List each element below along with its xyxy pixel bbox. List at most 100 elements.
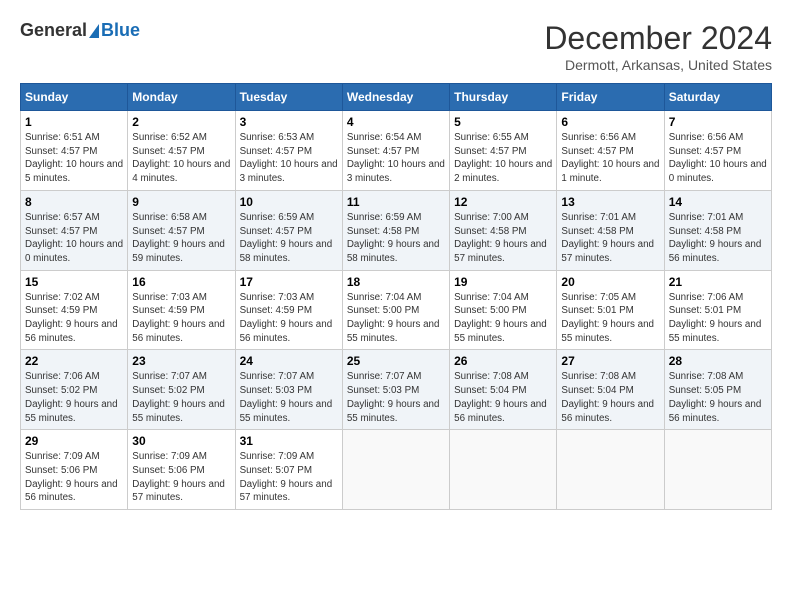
- day-info: Sunrise: 7:07 AMSunset: 5:03 PMDaylight:…: [347, 370, 445, 425]
- weekday-header-thursday: Thursday: [450, 84, 557, 111]
- day-info: Sunrise: 7:01 AMSunset: 4:58 PMDaylight:…: [669, 211, 767, 266]
- calendar-cell: 2 Sunrise: 6:52 AMSunset: 4:57 PMDaylight…: [128, 111, 235, 191]
- day-number: 10: [240, 195, 338, 209]
- day-info: Sunrise: 6:55 AMSunset: 4:57 PMDaylight:…: [454, 131, 552, 186]
- weekday-header-saturday: Saturday: [664, 84, 771, 111]
- logo-general-text: General: [20, 20, 87, 41]
- page-header: General Blue December 2024 Dermott, Arka…: [20, 20, 772, 73]
- day-number: 2: [132, 115, 230, 129]
- day-info: Sunrise: 6:56 AMSunset: 4:57 PMDaylight:…: [669, 131, 767, 186]
- day-info: Sunrise: 7:01 AMSunset: 4:58 PMDaylight:…: [561, 211, 659, 266]
- day-number: 23: [132, 354, 230, 368]
- calendar-cell: 10Sunrise: 6:59 AMSunset: 4:57 PMDayligh…: [235, 190, 342, 270]
- day-info: Sunrise: 7:06 AMSunset: 5:01 PMDaylight:…: [669, 291, 767, 346]
- calendar-cell: 12Sunrise: 7:00 AMSunset: 4:58 PMDayligh…: [450, 190, 557, 270]
- calendar-table: SundayMondayTuesdayWednesdayThursdayFrid…: [20, 83, 772, 510]
- day-number: 7: [669, 115, 767, 129]
- calendar-cell: 20 Sunrise: 7:05 AMSunset: 5:01 PMDayligh…: [557, 270, 664, 350]
- calendar-cell: 30 Sunrise: 7:09 AMSunset: 5:06 PMDayligh…: [128, 430, 235, 510]
- day-number: 14: [669, 195, 767, 209]
- weekday-header-row: SundayMondayTuesdayWednesdayThursdayFrid…: [21, 84, 772, 111]
- day-info: Sunrise: 6:58 AMSunset: 4:57 PMDaylight:…: [132, 211, 230, 266]
- day-number: 3: [240, 115, 338, 129]
- calendar-cell: 16 Sunrise: 7:03 AMSunset: 4:59 PMDayligh…: [128, 270, 235, 350]
- day-info: Sunrise: 7:03 AMSunset: 4:59 PMDaylight:…: [240, 291, 338, 346]
- day-number: 27: [561, 354, 659, 368]
- day-info: Sunrise: 7:06 AMSunset: 5:02 PMDaylight:…: [25, 370, 123, 425]
- day-info: Sunrise: 6:53 AMSunset: 4:57 PMDaylight:…: [240, 131, 338, 186]
- day-number: 17: [240, 275, 338, 289]
- calendar-cell: 27 Sunrise: 7:08 AMSunset: 5:04 PMDayligh…: [557, 350, 664, 430]
- day-number: 30: [132, 434, 230, 448]
- calendar-cell: 23 Sunrise: 7:07 AMSunset: 5:02 PMDayligh…: [128, 350, 235, 430]
- calendar-cell: [664, 430, 771, 510]
- calendar-cell: [557, 430, 664, 510]
- day-number: 31: [240, 434, 338, 448]
- day-number: 9: [132, 195, 230, 209]
- calendar-cell: 6 Sunrise: 6:56 AMSunset: 4:57 PMDaylight…: [557, 111, 664, 191]
- day-number: 29: [25, 434, 123, 448]
- weekday-header-wednesday: Wednesday: [342, 84, 449, 111]
- week-row-5: 29 Sunrise: 7:09 AMSunset: 5:06 PMDayligh…: [21, 430, 772, 510]
- location-text: Dermott, Arkansas, United States: [544, 57, 772, 73]
- week-row-1: 1 Sunrise: 6:51 AMSunset: 4:57 PMDaylight…: [21, 111, 772, 191]
- title-area: December 2024 Dermott, Arkansas, United …: [544, 20, 772, 73]
- day-info: Sunrise: 6:56 AMSunset: 4:57 PMDaylight:…: [561, 131, 659, 186]
- week-row-2: 8Sunrise: 6:57 AMSunset: 4:57 PMDaylight…: [21, 190, 772, 270]
- day-number: 16: [132, 275, 230, 289]
- day-info: Sunrise: 7:09 AMSunset: 5:06 PMDaylight:…: [132, 450, 230, 505]
- day-info: Sunrise: 7:05 AMSunset: 5:01 PMDaylight:…: [561, 291, 659, 346]
- week-row-4: 22 Sunrise: 7:06 AMSunset: 5:02 PMDayligh…: [21, 350, 772, 430]
- calendar-cell: 1 Sunrise: 6:51 AMSunset: 4:57 PMDaylight…: [21, 111, 128, 191]
- calendar-cell: 18Sunrise: 7:04 AMSunset: 5:00 PMDayligh…: [342, 270, 449, 350]
- day-info: Sunrise: 6:51 AMSunset: 4:57 PMDaylight:…: [25, 131, 123, 186]
- calendar-cell: 22 Sunrise: 7:06 AMSunset: 5:02 PMDayligh…: [21, 350, 128, 430]
- calendar-cell: 29Sunrise: 7:09 AMSunset: 5:06 PMDayligh…: [21, 430, 128, 510]
- day-number: 8: [25, 195, 123, 209]
- calendar-cell: 28Sunrise: 7:08 AMSunset: 5:05 PMDayligh…: [664, 350, 771, 430]
- calendar-cell: [450, 430, 557, 510]
- logo-blue-text: Blue: [101, 20, 140, 41]
- day-number: 6: [561, 115, 659, 129]
- logo-triangle-icon: [89, 24, 99, 38]
- calendar-cell: 11 Sunrise: 6:59 AMSunset: 4:58 PMDayligh…: [342, 190, 449, 270]
- day-number: 21: [669, 275, 767, 289]
- day-info: Sunrise: 6:59 AMSunset: 4:58 PMDaylight:…: [347, 211, 445, 266]
- weekday-header-monday: Monday: [128, 84, 235, 111]
- calendar-cell: [342, 430, 449, 510]
- calendar-cell: 17 Sunrise: 7:03 AMSunset: 4:59 PMDayligh…: [235, 270, 342, 350]
- day-number: 22: [25, 354, 123, 368]
- month-title: December 2024: [544, 20, 772, 57]
- day-number: 28: [669, 354, 767, 368]
- day-number: 15: [25, 275, 123, 289]
- day-info: Sunrise: 6:52 AMSunset: 4:57 PMDaylight:…: [132, 131, 230, 186]
- calendar-cell: 19Sunrise: 7:04 AMSunset: 5:00 PMDayligh…: [450, 270, 557, 350]
- calendar-cell: 14 Sunrise: 7:01 AMSunset: 4:58 PMDayligh…: [664, 190, 771, 270]
- day-info: Sunrise: 7:04 AMSunset: 5:00 PMDaylight:…: [347, 291, 445, 346]
- calendar-cell: 5Sunrise: 6:55 AMSunset: 4:57 PMDaylight…: [450, 111, 557, 191]
- calendar-cell: 25 Sunrise: 7:07 AMSunset: 5:03 PMDayligh…: [342, 350, 449, 430]
- day-number: 26: [454, 354, 552, 368]
- day-number: 13: [561, 195, 659, 209]
- day-number: 20: [561, 275, 659, 289]
- day-number: 24: [240, 354, 338, 368]
- day-number: 1: [25, 115, 123, 129]
- calendar-cell: 15Sunrise: 7:02 AMSunset: 4:59 PMDayligh…: [21, 270, 128, 350]
- calendar-cell: 4Sunrise: 6:54 AMSunset: 4:57 PMDaylight…: [342, 111, 449, 191]
- logo: General Blue: [20, 20, 140, 41]
- weekday-header-sunday: Sunday: [21, 84, 128, 111]
- calendar-cell: 24Sunrise: 7:07 AMSunset: 5:03 PMDayligh…: [235, 350, 342, 430]
- calendar-cell: 8Sunrise: 6:57 AMSunset: 4:57 PMDaylight…: [21, 190, 128, 270]
- calendar-cell: 9 Sunrise: 6:58 AMSunset: 4:57 PMDaylight…: [128, 190, 235, 270]
- day-number: 4: [347, 115, 445, 129]
- day-info: Sunrise: 7:07 AMSunset: 5:02 PMDaylight:…: [132, 370, 230, 425]
- weekday-header-tuesday: Tuesday: [235, 84, 342, 111]
- day-info: Sunrise: 7:03 AMSunset: 4:59 PMDaylight:…: [132, 291, 230, 346]
- day-number: 25: [347, 354, 445, 368]
- day-info: Sunrise: 7:08 AMSunset: 5:04 PMDaylight:…: [561, 370, 659, 425]
- calendar-cell: 7 Sunrise: 6:56 AMSunset: 4:57 PMDaylight…: [664, 111, 771, 191]
- weekday-header-friday: Friday: [557, 84, 664, 111]
- day-number: 11: [347, 195, 445, 209]
- week-row-3: 15Sunrise: 7:02 AMSunset: 4:59 PMDayligh…: [21, 270, 772, 350]
- day-info: Sunrise: 7:00 AMSunset: 4:58 PMDaylight:…: [454, 211, 552, 266]
